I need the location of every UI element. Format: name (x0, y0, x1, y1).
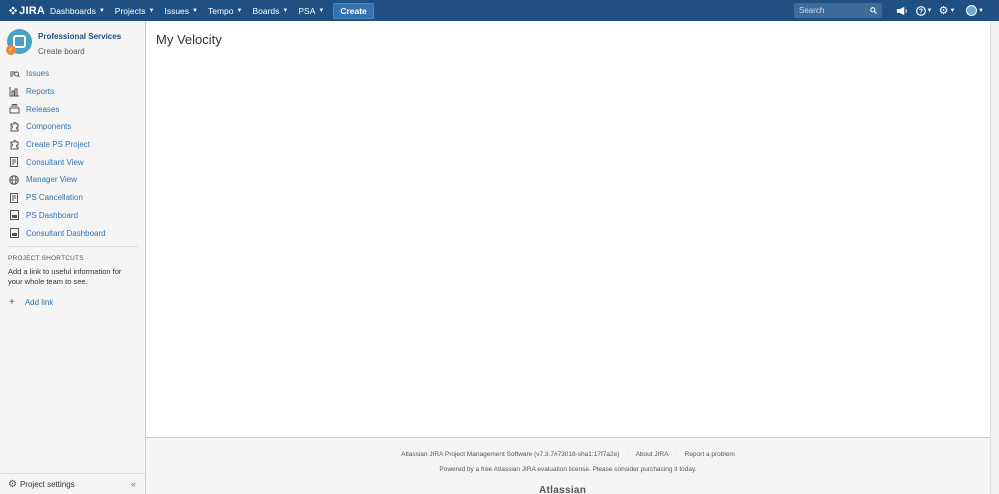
chevron-down-icon: ▼ (148, 7, 155, 14)
chevron-down-icon: ▼ (98, 7, 105, 14)
sidebar-item-consultant-dashboard[interactable]: Consultant Dashboard (0, 224, 145, 242)
page-footer: Atlassian JIRA Project Management Softwa… (146, 437, 990, 494)
releases-icon (8, 103, 20, 115)
sidebar-item-label: Manager View (26, 175, 77, 185)
search-placeholder: Search (799, 6, 825, 15)
report-page-icon (8, 192, 20, 204)
sidebar-item-ps-dashboard[interactable]: PS Dashboard (0, 207, 145, 225)
footer-about-link[interactable]: About JIRA (636, 451, 669, 458)
sidebar-item-releases[interactable]: Releases (0, 100, 145, 118)
shortcuts-description: Add a link to useful information for you… (8, 266, 122, 286)
chevron-down-icon: ▼ (949, 7, 956, 14)
create-button[interactable]: Create (333, 2, 374, 19)
add-link-label: Add link (24, 297, 54, 307)
nav-psa[interactable]: PSA ▼ (293, 0, 329, 21)
footer-report-link[interactable]: Report a problem (685, 451, 735, 458)
help-icon: ? (915, 5, 926, 16)
nav-menu: Dashboards ▼ Projects ▼ Issues ▼ Tempo ▼ Boa… (45, 0, 374, 21)
nav-dashboards[interactable]: Dashboards ▼ (45, 0, 110, 21)
sidebar-item-create-ps-project[interactable]: Create PS Project (0, 136, 145, 154)
main-content: My Velocity (147, 21, 990, 437)
jira-logo[interactable]: JIRA (0, 5, 45, 17)
report-page-icon (8, 156, 20, 168)
search-icon (870, 7, 877, 14)
sidebar-item-label: PS Cancellation (26, 193, 83, 203)
nav-issues-label: Issues (164, 5, 190, 16)
chevron-down-icon: ▼ (318, 7, 325, 14)
svg-text:?: ? (918, 8, 922, 15)
nav-dashboards-label: Dashboards (50, 5, 96, 16)
page-title: My Velocity (156, 32, 222, 47)
gear-icon: ⚙ (938, 5, 949, 17)
nav-issues[interactable]: Issues ▼ (159, 0, 203, 21)
project-settings-bar: ⚙ Project settings « (0, 473, 145, 494)
add-link-button[interactable]: + Add link (9, 297, 145, 308)
puzzle-icon (8, 139, 20, 151)
components-icon (8, 121, 20, 133)
project-board-link[interactable]: Create board (38, 47, 121, 56)
project-sidebar: ✓ Professional Services Create board Iss… (0, 21, 146, 494)
announcement-button[interactable] (891, 0, 911, 21)
brand-label: JIRA (19, 4, 45, 17)
gear-icon: ⚙ (8, 478, 17, 490)
dashboard-page-icon (8, 209, 20, 221)
atlassian-logo[interactable]: Atlassian (539, 485, 586, 494)
top-nav: JIRA Dashboards ▼ Projects ▼ Issues ▼ Tempo… (0, 0, 999, 21)
globe-icon (8, 174, 20, 186)
sidebar-item-label: Create PS Project (26, 140, 91, 150)
jira-logo-icon (9, 6, 18, 15)
chevron-down-icon: ▼ (926, 7, 933, 14)
reports-icon (8, 86, 20, 98)
sidebar-item-label: PS Dashboard (26, 210, 79, 220)
footer-software-link[interactable]: Atlassian JIRA Project Management Softwa… (401, 451, 619, 458)
chevron-down-icon: ▼ (236, 7, 243, 14)
nav-right: Search ? ▼ ⚙ ▼ ▼ (794, 0, 985, 21)
dashboard-page-icon (8, 227, 20, 239)
sidebar-item-manager-view[interactable]: Manager View (0, 171, 145, 189)
admin-button[interactable]: ⚙ ▼ (937, 0, 957, 21)
nav-tempo[interactable]: Tempo ▼ (203, 0, 247, 21)
project-header: ✓ Professional Services Create board (0, 21, 145, 63)
nav-tempo-label: Tempo (208, 5, 234, 16)
sidebar-item-label: Releases (26, 104, 60, 114)
sidebar-item-label: Reports (26, 87, 55, 97)
sidebar-item-label: Issues (26, 69, 50, 79)
sidebar-item-label: Consultant View (26, 157, 84, 167)
project-avatar[interactable]: ✓ (6, 29, 32, 55)
sidebar-nav: Issues Reports Releases Components Creat… (0, 65, 145, 242)
megaphone-icon (896, 6, 907, 15)
nav-psa-label: PSA (298, 5, 316, 16)
footer-license-note: Powered by a free Atlassian JIRA evaluat… (439, 466, 697, 473)
sidebar-item-consultant-view[interactable]: Consultant View (0, 153, 145, 171)
chevron-down-icon: ▼ (192, 7, 198, 14)
avatar (966, 5, 978, 16)
sidebar-item-ps-cancellation[interactable]: PS Cancellation (0, 189, 145, 207)
nav-projects-label: Projects (114, 5, 146, 16)
project-name[interactable]: Professional Services (38, 32, 121, 41)
shortcuts-heading: PROJECT SHORTCUTS (8, 254, 84, 262)
sidebar-item-components[interactable]: Components (0, 118, 145, 136)
sidebar-item-label: Consultant Dashboard (26, 228, 106, 238)
sidebar-divider (8, 245, 138, 247)
plus-icon: + (9, 296, 15, 308)
nav-projects[interactable]: Projects ▼ (110, 0, 160, 21)
sidebar-item-issues[interactable]: Issues (0, 65, 145, 83)
issues-icon (8, 68, 20, 80)
collapse-sidebar-icon[interactable]: « (131, 479, 136, 489)
footer-separator: · (675, 451, 678, 458)
sidebar-item-reports[interactable]: Reports (0, 83, 145, 101)
user-profile-button[interactable]: ▼ (965, 0, 985, 21)
project-settings-link[interactable]: Project settings (20, 480, 75, 489)
project-badge-icon: ✓ (6, 45, 16, 55)
footer-separator: · (626, 451, 629, 458)
help-button[interactable]: ? ▼ (914, 0, 934, 21)
nav-boards-label: Boards (252, 5, 280, 16)
chevron-down-icon: ▼ (978, 7, 984, 14)
page-scrollbar[interactable] (990, 21, 999, 494)
nav-boards[interactable]: Boards ▼ (247, 0, 293, 21)
footer-links: Atlassian JIRA Project Management Softwa… (146, 451, 990, 458)
chevron-down-icon: ▼ (282, 7, 289, 14)
sidebar-item-label: Components (26, 122, 72, 132)
search-input[interactable]: Search (794, 3, 882, 18)
